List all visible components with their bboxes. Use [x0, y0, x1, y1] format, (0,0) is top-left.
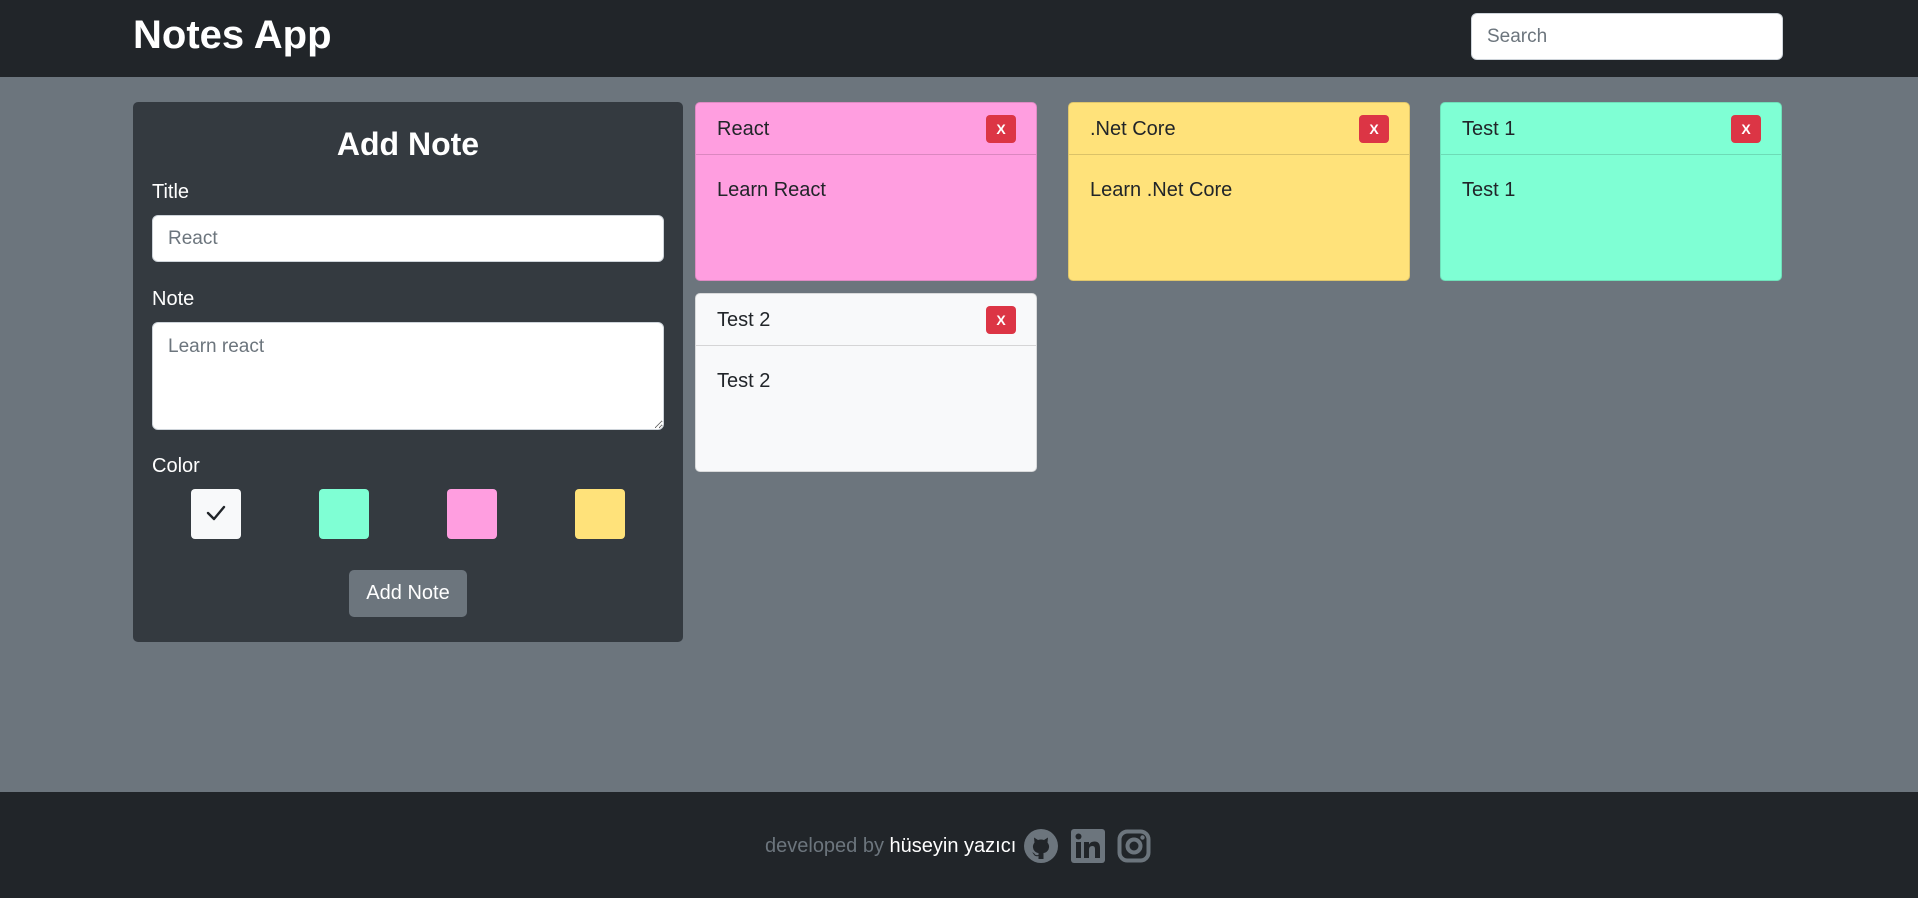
color-swatch-light[interactable]: [191, 489, 241, 539]
credit-prefix: developed by: [765, 835, 884, 857]
add-note-heading: Add Note: [336, 126, 480, 162]
github-icon[interactable]: [1024, 829, 1058, 863]
title-input[interactable]: [152, 215, 664, 262]
note-text: Learn .Net Core: [1090, 179, 1233, 201]
note-label: Note: [152, 288, 195, 310]
note-title: Test 1: [1462, 118, 1516, 140]
add-note-button[interactable]: Add Note: [349, 570, 467, 617]
footer-credit: developed by hüseyin yazıcı: [765, 834, 1016, 858]
delete-note-button[interactable]: X: [1359, 115, 1389, 143]
title-label: Title: [152, 181, 190, 203]
note-text: Learn React: [717, 179, 826, 201]
note-textarea[interactable]: [152, 322, 664, 430]
note-title: React: [717, 118, 770, 140]
color-label: Color: [152, 455, 200, 477]
author-name: hüseyin yazıcı: [889, 835, 1017, 857]
note-title: Test 2: [717, 309, 771, 331]
check-icon: [206, 505, 226, 521]
note-card: Test 1 X Test 1: [1440, 102, 1782, 281]
top-navbar: Notes App: [0, 0, 1918, 77]
note-text: Test 2: [717, 370, 771, 392]
app-brand[interactable]: Notes App: [133, 12, 332, 58]
note-card-header: .Net Core X: [1069, 103, 1409, 155]
color-swatch-pink[interactable]: [447, 489, 497, 539]
note-card-header: Test 2 X: [696, 294, 1036, 346]
add-note-panel: Add Note Title Note Color Add Note: [133, 102, 683, 642]
search-input[interactable]: [1471, 13, 1783, 60]
note-card: .Net Core X Learn .Net Core: [1068, 102, 1410, 281]
note-title: .Net Core: [1090, 118, 1176, 140]
instagram-icon[interactable]: [1117, 829, 1151, 863]
linkedin-icon[interactable]: [1071, 829, 1105, 863]
delete-note-button[interactable]: X: [986, 306, 1016, 334]
note-card: React X Learn React: [695, 102, 1037, 281]
color-swatch-yellow[interactable]: [575, 489, 625, 539]
note-card-header: Test 1 X: [1441, 103, 1781, 155]
color-swatch-aquamarine[interactable]: [319, 489, 369, 539]
delete-note-button[interactable]: X: [986, 115, 1016, 143]
note-card: Test 2 X Test 2: [695, 293, 1037, 472]
delete-note-button[interactable]: X: [1731, 115, 1761, 143]
note-card-header: React X: [696, 103, 1036, 155]
note-text: Test 1: [1462, 179, 1516, 201]
